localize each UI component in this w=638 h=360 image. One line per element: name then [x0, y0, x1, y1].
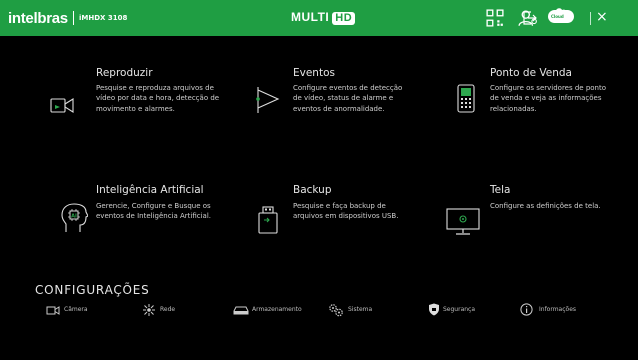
pos-terminal-icon[interactable]	[455, 84, 477, 114]
usb-icon[interactable]	[258, 206, 278, 234]
tile-reproduzir-description: Pesquise e reproduza arquivos de vídeo p…	[96, 84, 220, 113]
tile-eventos-title[interactable]: Eventos	[293, 67, 335, 79]
storage-icon[interactable]	[233, 306, 249, 315]
close-divider	[590, 12, 591, 25]
tile-ponto-de-venda-title[interactable]: Ponto de Venda	[490, 67, 572, 79]
info-icon[interactable]	[520, 303, 533, 316]
logout-icon[interactable]	[521, 10, 537, 26]
device-model: iMHDX 3108	[79, 14, 128, 22]
tile-backup-title[interactable]: Backup	[293, 184, 332, 196]
tile-inteligencia-artificial-description: Gerencie, Configure e Busque os eventos …	[96, 202, 212, 221]
config-armazenamento-label[interactable]: Armazenamento	[252, 306, 302, 313]
top-bar: intelbras iMHDX 3108 MULTI HD Cloud ×	[0, 0, 638, 36]
logo-divider	[73, 11, 74, 25]
camera-icon[interactable]	[46, 305, 60, 315]
gears-icon[interactable]	[328, 303, 344, 317]
svg-text:AI: AI	[71, 214, 77, 220]
product-logo: MULTI HD	[291, 10, 356, 25]
config-camera-label[interactable]: Câmera	[64, 306, 88, 313]
monitor-icon[interactable]	[446, 208, 480, 236]
close-icon[interactable]: ×	[596, 9, 608, 25]
qr-code-icon[interactable]	[485, 9, 505, 27]
product-prefix: MULTI	[291, 10, 330, 24]
tile-tela-description: Configure as definições de tela.	[490, 202, 601, 210]
tile-tela-title[interactable]: Tela	[490, 184, 510, 196]
playback-icon[interactable]	[50, 90, 76, 114]
tile-inteligencia-artificial-title[interactable]: Inteligência Artificial	[96, 184, 204, 196]
shield-icon[interactable]	[428, 303, 440, 316]
config-informacoes-label[interactable]: Informações	[539, 306, 576, 313]
network-icon[interactable]	[142, 303, 156, 317]
product-badge: HD	[332, 12, 356, 25]
config-section-title: CONFIGURAÇÕES	[35, 283, 150, 297]
config-seguranca-label[interactable]: Segurança	[443, 306, 475, 313]
tile-reproduzir-title[interactable]: Reproduzir	[96, 67, 153, 79]
ai-head-icon[interactable]: AI	[60, 203, 88, 235]
flag-icon[interactable]	[255, 86, 281, 114]
cloud-label: Cloud	[551, 14, 564, 19]
brand-logo: intelbras	[8, 10, 68, 27]
tile-eventos-description: Configure eventos de detecção de vídeo, …	[293, 84, 403, 113]
tile-ponto-de-venda-description: Configure os servidores de ponto de vend…	[490, 84, 607, 113]
tile-backup-description: Pesquise e faça backup de arquivos em di…	[293, 202, 399, 221]
config-sistema-label[interactable]: Sistema	[348, 306, 372, 313]
config-rede-label[interactable]: Rede	[160, 306, 175, 313]
